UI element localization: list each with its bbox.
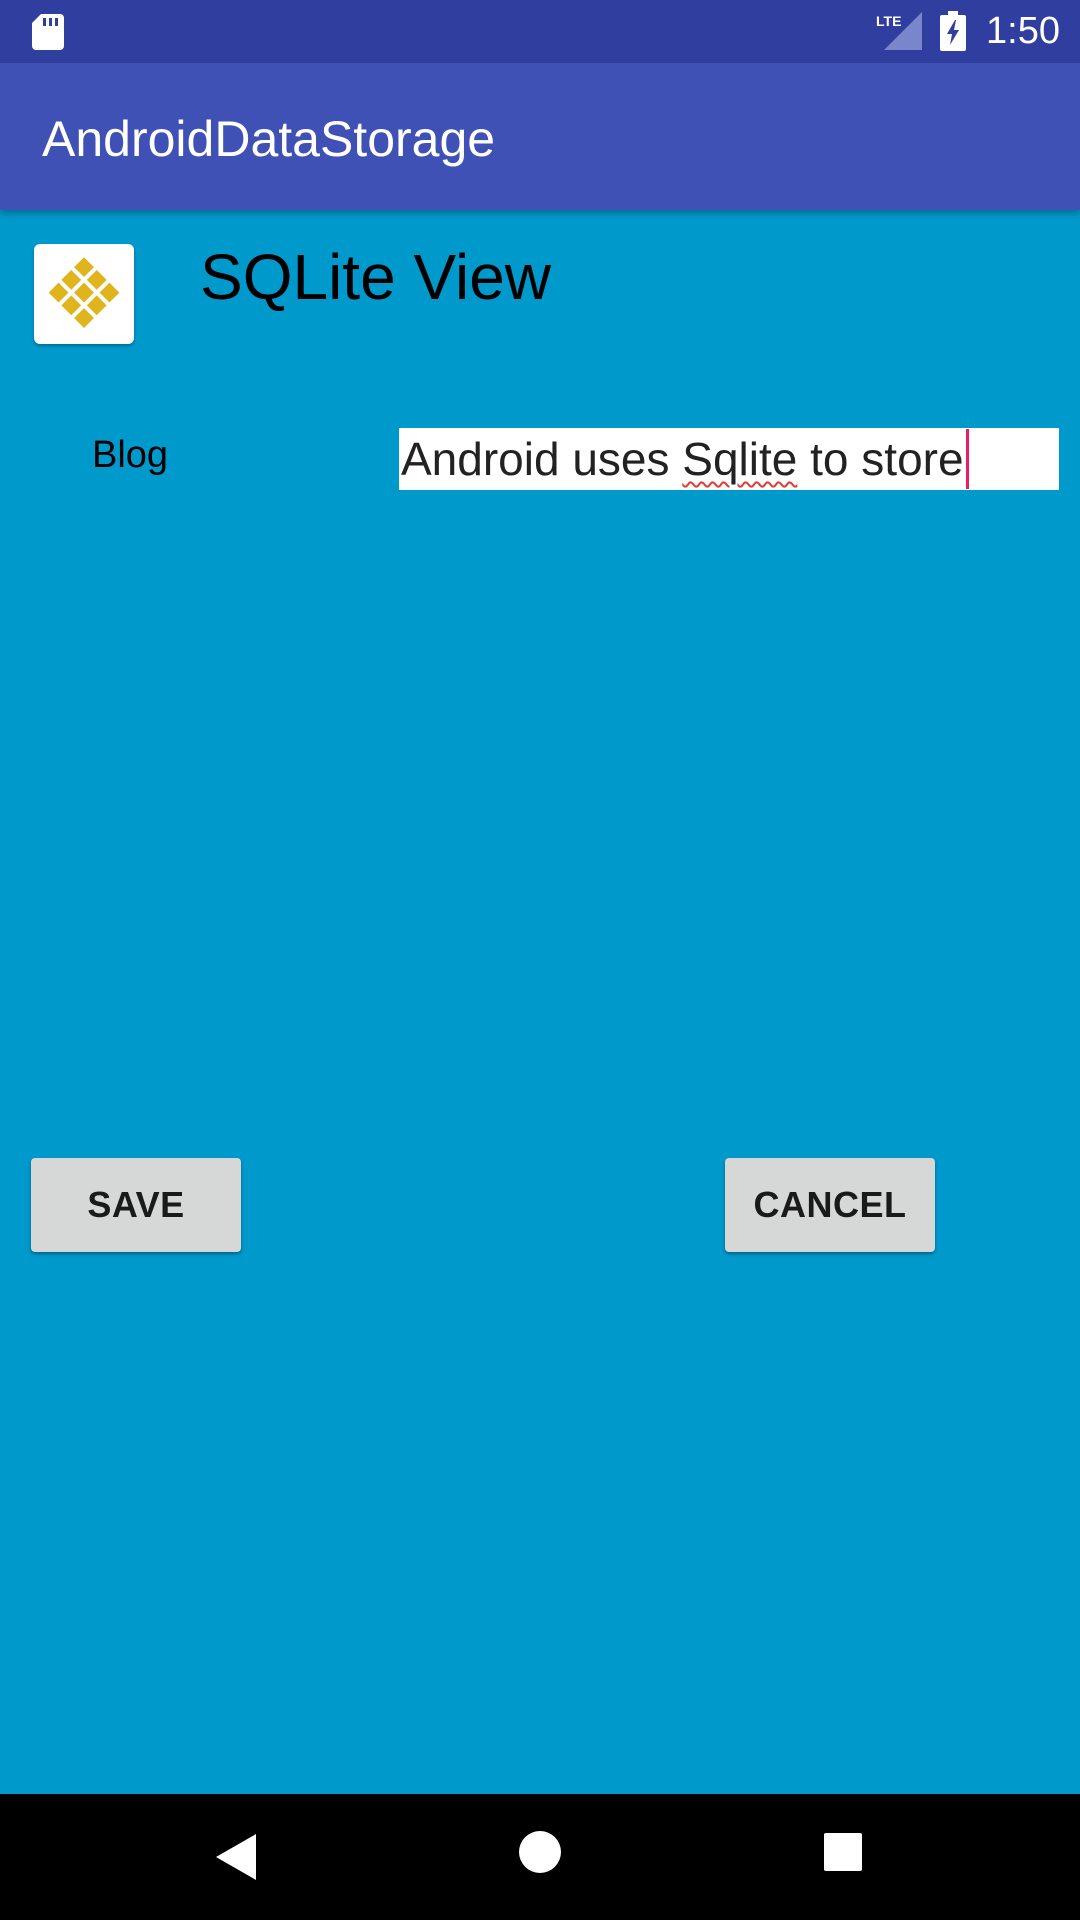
home-icon[interactable] (518, 1830, 562, 1874)
screen: LTE 1:50 AndroidDataStorage SQLite View … (0, 0, 1080, 1920)
app-bar: AndroidDataStorage (0, 63, 1080, 210)
misspelled-word: Sqlite (682, 433, 798, 485)
app-title: AndroidDataStorage (42, 111, 496, 167)
blog-text-part: Android uses (401, 433, 683, 485)
status-bar: LTE 1:50 (0, 0, 1080, 63)
status-clock: 1:50 (986, 10, 1060, 52)
svg-text:LTE: LTE (876, 13, 901, 29)
blog-input-value: Android uses Sqlite to store (401, 428, 969, 489)
blog-label: Blog (92, 434, 169, 476)
lte-signal-icon: LTE (876, 12, 922, 50)
cancel-button[interactable]: CANCEL (725, 1158, 935, 1252)
back-icon[interactable] (214, 1832, 258, 1882)
blog-text-part: to store (797, 433, 964, 485)
battery-charging-icon (940, 11, 966, 51)
save-button[interactable]: SAVE (31, 1158, 241, 1252)
text-cursor (965, 428, 969, 489)
sd-card-icon (32, 14, 64, 50)
page-title: SQLite View (200, 241, 551, 313)
navigation-bar (0, 1794, 1080, 1920)
recents-icon[interactable] (823, 1832, 863, 1872)
sqlite-app-icon (34, 244, 134, 344)
diamond-pattern-icon (48, 257, 120, 328)
blog-input[interactable]: Android uses Sqlite to store (399, 428, 1059, 490)
